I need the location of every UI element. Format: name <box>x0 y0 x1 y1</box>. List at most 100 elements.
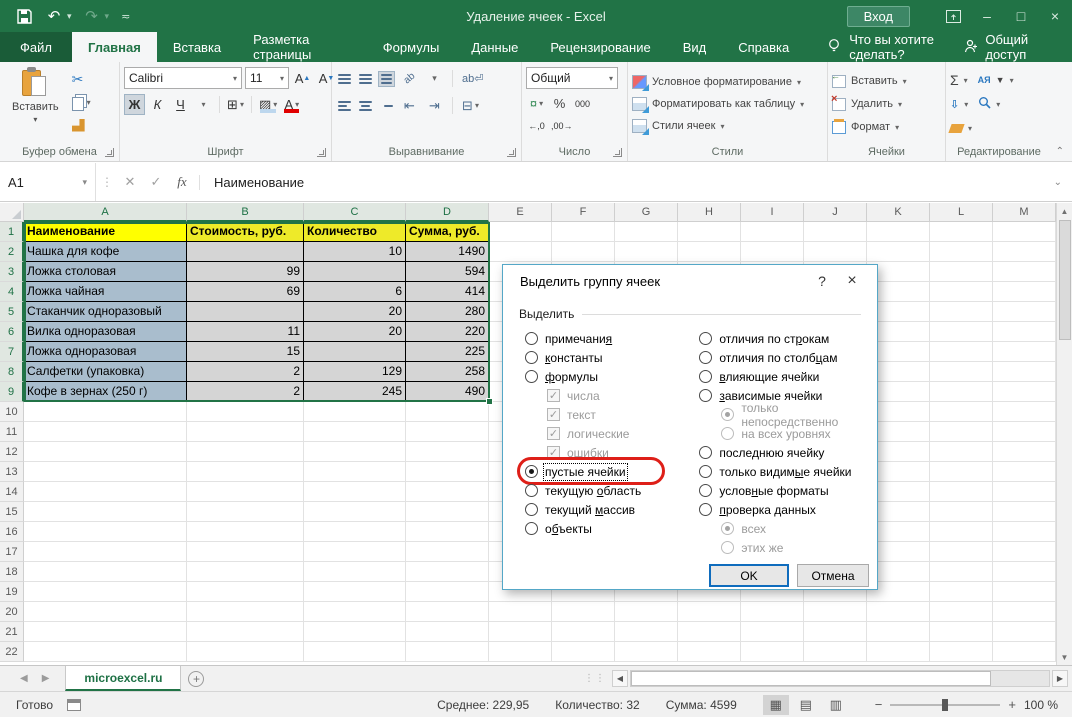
cell-C5[interactable]: 20 <box>304 302 406 322</box>
paste-dropdown-icon[interactable]: ▾ <box>33 115 37 124</box>
page-break-view-icon[interactable]: ▥ <box>823 695 849 715</box>
cell-L3[interactable] <box>930 262 993 282</box>
cell-F1[interactable] <box>552 222 615 242</box>
cell-I2[interactable] <box>741 242 804 262</box>
row-header-12[interactable]: 12 <box>0 442 24 462</box>
cell-G1[interactable] <box>615 222 678 242</box>
cell-M14[interactable] <box>993 482 1056 502</box>
row-header-10[interactable]: 10 <box>0 402 24 422</box>
horizontal-scrollbar[interactable] <box>630 670 1050 687</box>
cell-L6[interactable] <box>930 322 993 342</box>
cell-C13[interactable] <box>304 462 406 482</box>
cell-A1[interactable]: Наименование <box>24 222 187 242</box>
cell-D4[interactable]: 414 <box>406 282 489 302</box>
option-current-region[interactable]: текущую область <box>525 481 699 500</box>
option-blanks[interactable]: пустые ячейки <box>525 462 699 481</box>
bold-button[interactable]: Ж <box>124 94 145 115</box>
cell-B3[interactable]: 99 <box>187 262 304 282</box>
radio-visible-only[interactable] <box>699 465 712 478</box>
cell-B1[interactable]: Стоимость, руб. <box>187 222 304 242</box>
cell-M13[interactable] <box>993 462 1056 482</box>
cell-L11[interactable] <box>930 422 993 442</box>
cell-F20[interactable] <box>552 602 615 622</box>
zoom-in-button[interactable]: + <box>1008 697 1016 712</box>
cell-M4[interactable] <box>993 282 1056 302</box>
tell-me-box[interactable]: Что вы хотите сделать? <box>827 32 964 62</box>
cell-C7[interactable] <box>304 342 406 362</box>
cell-A14[interactable] <box>24 482 187 502</box>
cell-M12[interactable] <box>993 442 1056 462</box>
cell-A21[interactable] <box>24 622 187 642</box>
cell-C12[interactable] <box>304 442 406 462</box>
cell-I21[interactable] <box>741 622 804 642</box>
option-conditional-formats[interactable]: условные форматы <box>699 481 877 500</box>
tab-file[interactable]: Файл <box>0 32 72 62</box>
share-button[interactable]: Общий доступ <box>964 32 1072 62</box>
hscroll-right-icon[interactable]: ▶ <box>1052 670 1068 687</box>
cell-J22[interactable] <box>804 642 867 662</box>
cell-C20[interactable] <box>304 602 406 622</box>
delete-cells-button[interactable]: Удалить▾ <box>832 94 902 115</box>
cell-C17[interactable] <box>304 542 406 562</box>
row-header-7[interactable]: 7 <box>0 342 24 362</box>
column-header-L[interactable]: L <box>930 203 993 222</box>
cell-B2[interactable] <box>187 242 304 262</box>
cell-C8[interactable]: 129 <box>304 362 406 382</box>
cell-M10[interactable] <box>993 402 1056 422</box>
cell-L7[interactable] <box>930 342 993 362</box>
cell-A15[interactable] <box>24 502 187 522</box>
cell-D20[interactable] <box>406 602 489 622</box>
cell-D8[interactable]: 258 <box>406 362 489 382</box>
insert-function-icon[interactable]: fx <box>169 174 195 190</box>
autosum-button[interactable]: Σ▾ <box>950 70 968 91</box>
tab-home[interactable]: Главная <box>72 32 157 62</box>
cell-L10[interactable] <box>930 402 993 422</box>
decrease-indent-button[interactable]: ⇤ <box>399 95 420 116</box>
sign-in-button[interactable]: Вход <box>847 6 910 27</box>
cell-L16[interactable] <box>930 522 993 542</box>
row-header-18[interactable]: 18 <box>0 562 24 582</box>
radio-row-differences[interactable] <box>699 332 712 345</box>
customize-qat-icon[interactable]: ≂ <box>121 10 130 23</box>
cancel-button[interactable]: Отмена <box>797 564 869 587</box>
expand-formula-bar-icon[interactable]: ⌄ <box>1054 177 1072 188</box>
fill-color-button[interactable]: ▨▾ <box>257 94 279 115</box>
orientation-dropdown-icon[interactable]: ▾ <box>424 68 445 89</box>
cell-E1[interactable] <box>489 222 552 242</box>
cell-G20[interactable] <box>615 602 678 622</box>
row-header-9[interactable]: 9 <box>0 382 24 402</box>
cell-M11[interactable] <box>993 422 1056 442</box>
row-header-5[interactable]: 5 <box>0 302 24 322</box>
row-header-13[interactable]: 13 <box>0 462 24 482</box>
cell-H2[interactable] <box>678 242 741 262</box>
tab-view[interactable]: Вид <box>667 32 723 62</box>
cell-L12[interactable] <box>930 442 993 462</box>
radio-objects[interactable] <box>525 522 538 535</box>
cell-D12[interactable] <box>406 442 489 462</box>
cell-D18[interactable] <box>406 562 489 582</box>
dialog-close-icon[interactable]: × <box>837 269 867 293</box>
option-formulas[interactable]: формулы <box>525 367 699 386</box>
row-header-4[interactable]: 4 <box>0 282 24 302</box>
vertical-scroll-thumb[interactable] <box>1059 220 1071 340</box>
cell-C16[interactable] <box>304 522 406 542</box>
cell-A5[interactable]: Стаканчик одноразовый <box>24 302 187 322</box>
cut-button[interactable]: ✂ <box>69 69 94 89</box>
clipboard-dialog-launcher-icon[interactable] <box>105 148 114 157</box>
page-layout-view-icon[interactable]: ▤ <box>793 695 819 715</box>
cell-E20[interactable] <box>489 602 552 622</box>
cell-A7[interactable]: Ложка одноразовая <box>24 342 187 362</box>
normal-view-icon[interactable]: ▦ <box>763 695 789 715</box>
cell-L19[interactable] <box>930 582 993 602</box>
cell-J1[interactable] <box>804 222 867 242</box>
column-header-I[interactable]: I <box>741 203 804 222</box>
cell-M16[interactable] <box>993 522 1056 542</box>
fill-button[interactable]: ⇩▾ <box>950 94 968 115</box>
cell-D9[interactable]: 490 <box>406 382 489 402</box>
column-header-C[interactable]: C <box>304 203 406 222</box>
increase-decimal-button[interactable]: ←,0 <box>526 115 547 136</box>
row-header-17[interactable]: 17 <box>0 542 24 562</box>
cell-M21[interactable] <box>993 622 1056 642</box>
radio-column-differences[interactable] <box>699 351 712 364</box>
align-left-button[interactable] <box>336 98 353 114</box>
